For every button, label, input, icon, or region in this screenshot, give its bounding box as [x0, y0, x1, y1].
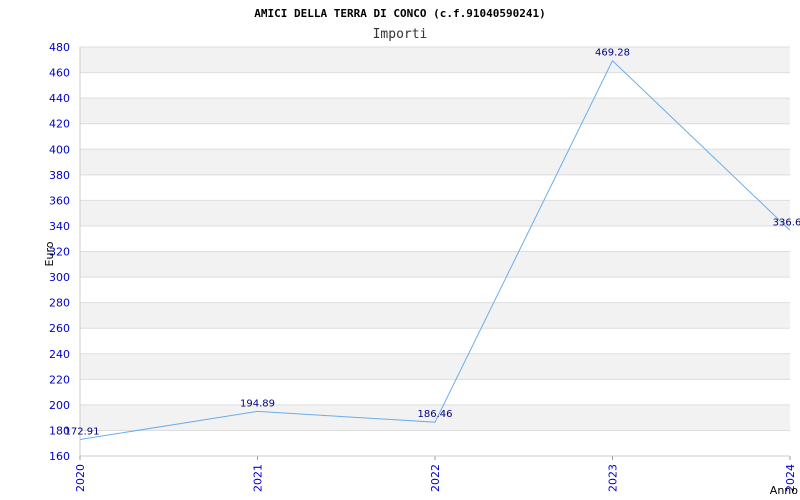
- grid-band: [80, 353, 790, 380]
- data-label: 194.89: [240, 398, 275, 409]
- y-tick-label: 460: [49, 67, 70, 80]
- y-tick-label: 220: [49, 373, 70, 386]
- y-tick-label: 360: [49, 194, 70, 207]
- y-tick-label: 480: [49, 41, 70, 54]
- x-tick-label: 2021: [252, 464, 265, 492]
- y-tick-label: 380: [49, 169, 70, 182]
- data-label: 469.28: [595, 48, 630, 59]
- y-tick-label: 340: [49, 220, 70, 233]
- y-axis-title: Euro: [43, 241, 56, 266]
- grid-band: [80, 251, 790, 278]
- chart-subtitle: Importi: [373, 27, 428, 42]
- y-tick-label: 420: [49, 118, 70, 131]
- data-label: 172.91: [65, 426, 100, 437]
- grid-band: [80, 98, 790, 124]
- x-tick-label: 2023: [607, 464, 620, 492]
- grid-bands: [80, 47, 790, 431]
- y-tick-label: 440: [49, 92, 70, 105]
- y-tick-label: 400: [49, 143, 70, 156]
- data-label: 186.46: [418, 409, 453, 420]
- x-tick-label: 2022: [429, 464, 442, 492]
- grid-band: [80, 47, 790, 73]
- y-tick-label: 240: [49, 348, 70, 361]
- y-tick-label: 260: [49, 322, 70, 335]
- grid-band: [80, 302, 790, 329]
- grid-band: [80, 200, 790, 226]
- chart-title: AMICI DELLA TERRA DI CONCO (c.f.91040590…: [254, 7, 545, 20]
- x-tick-labels: 2020 2021 2022 2023 2024: [74, 464, 797, 492]
- x-tick-label: 2020: [74, 464, 87, 492]
- y-tick-label: 200: [49, 399, 70, 412]
- y-tick-label: 280: [49, 297, 70, 310]
- line-chart: 1601802002202402602803003203403603804004…: [43, 7, 800, 497]
- data-label: 336.6: [773, 217, 800, 228]
- y-tick-label: 300: [49, 271, 70, 284]
- y-tick-label: 160: [49, 450, 70, 463]
- x-axis-title: Anno: [770, 484, 798, 497]
- grid-band: [80, 149, 790, 175]
